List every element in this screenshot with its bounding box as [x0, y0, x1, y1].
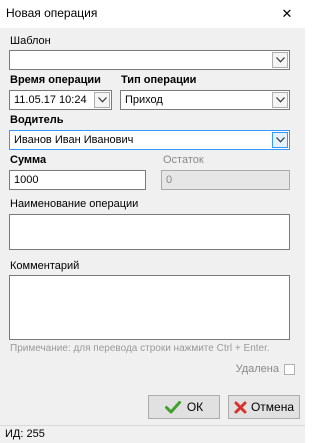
op-type-combobox[interactable]: Приход [120, 90, 290, 110]
deleted-checkbox[interactable] [284, 363, 295, 375]
time-label: Время операции [10, 74, 101, 86]
chevron-down-icon [275, 97, 285, 103]
record-id: ИД: 255 [5, 428, 45, 440]
chevron-down-icon [275, 57, 285, 63]
time-value: 11.05.17 10:24 [14, 94, 87, 106]
time-picker[interactable]: 11.05.17 10:24 [9, 90, 112, 110]
dialog-window: Новая операция ✕ Шаблон Время операции Т… [0, 0, 305, 443]
driver-combobox[interactable]: Иванов Иван Иванович [9, 130, 290, 150]
deleted-row: Удалена [236, 363, 295, 375]
driver-dropdown-button[interactable] [272, 132, 288, 148]
ok-button[interactable]: ОК [148, 395, 220, 419]
driver-label: Водитель [10, 114, 64, 126]
checkmark-icon [164, 400, 181, 414]
title-bar[interactable]: Новая операция ✕ [0, 0, 305, 28]
deleted-label: Удалена [235, 363, 279, 375]
close-icon: ✕ [281, 6, 293, 21]
template-dropdown-button[interactable] [272, 52, 288, 68]
close-button[interactable]: ✕ [269, 0, 305, 28]
time-dropdown-button[interactable] [94, 92, 110, 108]
amount-value: 1000 [14, 174, 39, 186]
chevron-down-icon [97, 97, 107, 103]
status-bar: ИД: 255 [0, 425, 305, 443]
line-break-hint: Примечание: для перевода строки нажмите … [10, 343, 270, 354]
cancel-button[interactable]: Отмена [228, 395, 300, 419]
op-name-textarea[interactable] [9, 214, 290, 250]
comment-textarea[interactable] [9, 275, 290, 340]
dialog-body: Шаблон Время операции Тип операции 11.05… [0, 28, 305, 425]
template-combobox[interactable] [9, 50, 290, 70]
op-type-value: Приход [125, 94, 163, 106]
window-title: Новая операция [6, 6, 98, 20]
amount-input[interactable]: 1000 [9, 170, 146, 190]
cross-icon [234, 401, 247, 414]
template-label: Шаблон [10, 35, 51, 47]
balance-field: 0 [161, 170, 290, 190]
cancel-label: Отмена [250, 400, 295, 414]
comment-label: Комментарий [10, 260, 80, 272]
amount-label: Сумма [10, 154, 47, 166]
op-name-label: Наименование операции [10, 198, 139, 210]
ok-label: ОК [186, 400, 204, 414]
chevron-down-icon [275, 137, 285, 143]
op-type-label: Тип операции [121, 74, 197, 86]
balance-value: 0 [166, 174, 173, 186]
driver-value: Иванов Иван Иванович [14, 134, 134, 146]
balance-label: Остаток [163, 154, 204, 166]
op-type-dropdown-button[interactable] [272, 92, 288, 108]
